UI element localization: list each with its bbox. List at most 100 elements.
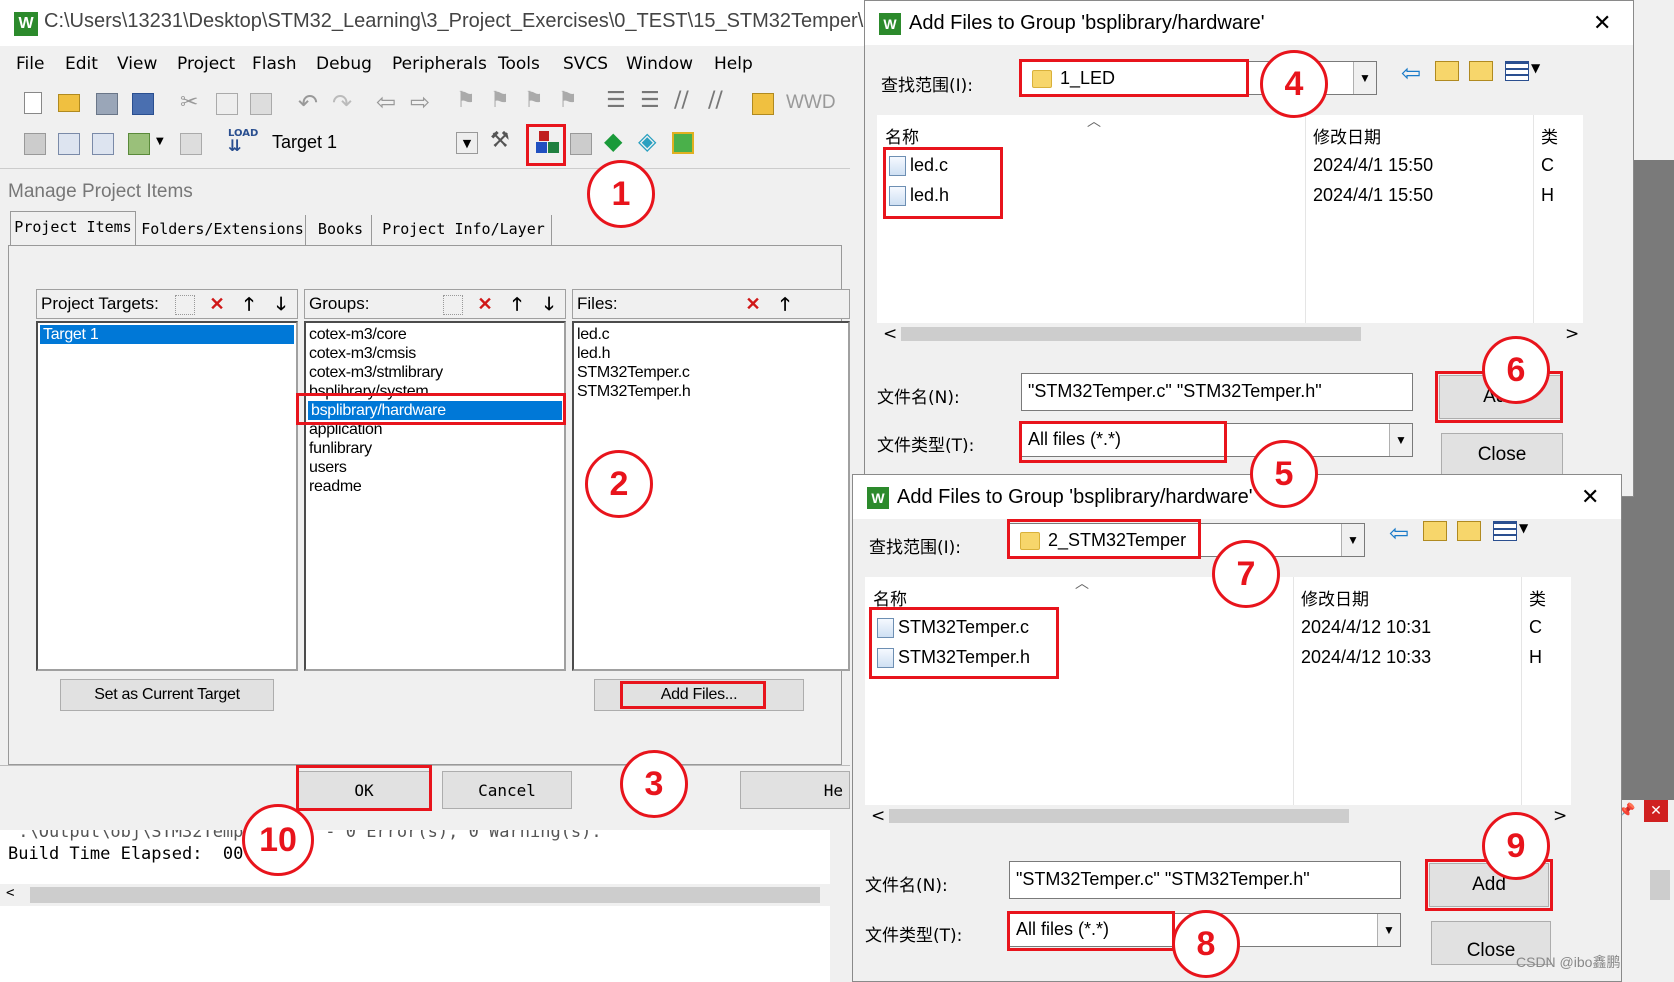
- bookmark-next-icon[interactable]: ⚑: [524, 88, 544, 113]
- uncomment-icon[interactable]: //: [708, 88, 723, 113]
- dialog1-file-row[interactable]: led.c: [889, 155, 948, 177]
- dialog1-hscrollbar[interactable]: < >: [877, 323, 1583, 345]
- paste-icon[interactable]: [250, 93, 272, 115]
- dialog1-filetype-dropdown-icon[interactable]: ▼: [1389, 424, 1412, 456]
- group-item[interactable]: cotex-m3/core: [306, 325, 564, 344]
- bookmark-icon[interactable]: ⚑: [456, 88, 476, 113]
- group-item[interactable]: application: [306, 420, 564, 439]
- tab-project-items[interactable]: Project Items: [10, 211, 136, 245]
- stop-build-icon[interactable]: [180, 133, 202, 155]
- group-item[interactable]: bsplibrary/system: [306, 382, 564, 401]
- tab-folders-extensions[interactable]: Folders/Extensions: [140, 215, 306, 245]
- file-item[interactable]: STM32Temper.h: [574, 382, 848, 401]
- dialog1-view-dropdown-icon[interactable]: ▼: [1531, 61, 1540, 75]
- dialog2-up-folder-icon[interactable]: [1423, 521, 1447, 541]
- cut-icon[interactable]: ✂: [180, 90, 198, 115]
- dialog2-look-in-select[interactable]: 2_STM32Temper ▼: [1009, 523, 1365, 557]
- dialog1-col-name[interactable]: 名称: [885, 123, 919, 148]
- dialog2-back-icon[interactable]: ⇦: [1389, 519, 1409, 547]
- menu-debug[interactable]: Debug: [316, 54, 372, 74]
- copy-icon[interactable]: [216, 93, 238, 115]
- dialog2-scroll-thumb[interactable]: [889, 809, 1349, 823]
- dialog1-scroll-thumb[interactable]: [901, 327, 1361, 341]
- tab-books[interactable]: Books: [310, 215, 372, 245]
- dialog2-scroll-right-icon[interactable]: >: [1553, 806, 1567, 826]
- new-target-icon[interactable]: [175, 295, 195, 315]
- dialog1-file-list[interactable]: ︿ 名称 修改日期 类 led.c 2024/4/1 15:50 C led.h…: [877, 114, 1583, 345]
- build-output-scroll-thumb[interactable]: [30, 887, 820, 903]
- move-target-up-icon[interactable]: 🡑: [237, 293, 261, 315]
- group-item[interactable]: cotex-m3/cmsis: [306, 344, 564, 363]
- dialog2-file-row[interactable]: STM32Temper.h: [877, 647, 1030, 669]
- group-item-selected[interactable]: bsplibrary/hardware: [308, 401, 562, 420]
- menu-svcs[interactable]: SVCS: [563, 54, 608, 74]
- target-select-value[interactable]: Target 1: [272, 132, 337, 153]
- dialog2-file-row[interactable]: STM32Temper.c: [877, 617, 1029, 639]
- unindent-icon[interactable]: ☰: [640, 88, 660, 113]
- dialog2-view-menu-icon[interactable]: [1493, 521, 1517, 541]
- panel-close-icon[interactable]: ✕: [1644, 800, 1668, 822]
- dialog1-close-icon[interactable]: ✕: [1593, 1, 1611, 45]
- dialog2-scroll-left-icon[interactable]: <: [871, 806, 885, 826]
- save-icon[interactable]: [96, 93, 118, 115]
- set-current-target-button[interactable]: Set as Current Target: [60, 679, 274, 711]
- menu-help[interactable]: Help: [714, 54, 753, 74]
- move-group-up-icon[interactable]: 🡑: [505, 293, 529, 315]
- dialog1-scroll-left-icon[interactable]: <: [883, 324, 897, 344]
- dialog2-view-dropdown-icon[interactable]: ▼: [1519, 521, 1528, 535]
- groups-list[interactable]: cotex-m3/core cotex-m3/cmsis cotex-m3/st…: [304, 321, 566, 671]
- menu-window[interactable]: Window: [626, 54, 693, 74]
- delete-group-icon[interactable]: ✕: [473, 293, 497, 315]
- file-item[interactable]: STM32Temper.c: [574, 363, 848, 382]
- software-packs-icon[interactable]: [672, 132, 694, 154]
- scroll-left-icon[interactable]: <: [6, 885, 14, 901]
- build-icon[interactable]: [58, 133, 80, 155]
- menu-view[interactable]: View: [117, 54, 157, 74]
- menu-file[interactable]: File: [16, 54, 44, 74]
- project-targets-list[interactable]: Target 1: [36, 321, 298, 671]
- group-item[interactable]: cotex-m3/stmlibrary: [306, 363, 564, 382]
- dialog1-look-in-dropdown-icon[interactable]: ▼: [1353, 62, 1376, 94]
- target-options-icon[interactable]: ⚒: [490, 128, 510, 153]
- new-group-icon[interactable]: [443, 295, 463, 315]
- file-item[interactable]: led.h: [574, 344, 848, 363]
- dialog1-scroll-right-icon[interactable]: >: [1565, 324, 1579, 344]
- move-target-down-icon[interactable]: 🡓: [269, 293, 293, 315]
- dialog1-close-button[interactable]: Close: [1441, 433, 1563, 477]
- dialog2-look-in-dropdown-icon[interactable]: ▼: [1341, 524, 1364, 556]
- nav-back-icon[interactable]: ⇦: [376, 88, 396, 116]
- tab-project-info-layer[interactable]: Project Info/Layer: [376, 215, 552, 245]
- menu-flash[interactable]: Flash: [252, 54, 297, 74]
- group-item[interactable]: funlibrary: [306, 439, 564, 458]
- dialog1-view-menu-icon[interactable]: [1505, 61, 1529, 81]
- undo-icon[interactable]: ↶: [298, 89, 318, 117]
- dialog2-hscrollbar[interactable]: < >: [865, 805, 1571, 827]
- batch-dropdown-icon[interactable]: ▼: [156, 136, 164, 147]
- build-output-scrollbar[interactable]: <: [0, 884, 830, 906]
- batch-build-icon[interactable]: [128, 133, 150, 155]
- group-item[interactable]: readme: [306, 477, 564, 496]
- dialog1-file-row[interactable]: led.h: [889, 185, 949, 207]
- target-item-1[interactable]: Target 1: [40, 325, 294, 344]
- dialog2-col-date[interactable]: 修改日期: [1301, 585, 1369, 610]
- comment-icon[interactable]: //: [674, 88, 689, 113]
- menu-peripherals[interactable]: Peripherals: [392, 54, 487, 74]
- file-item[interactable]: led.c: [574, 325, 848, 344]
- ok-button[interactable]: OK: [298, 771, 430, 809]
- menu-project[interactable]: Project: [177, 54, 235, 74]
- bookmark-clear-icon[interactable]: ⚑: [558, 88, 578, 113]
- menu-edit[interactable]: Edit: [65, 54, 98, 74]
- pack-installer-icon[interactable]: ◈: [638, 127, 656, 155]
- dialog1-filename-input[interactable]: "STM32Temper.c" "STM32Temper.h": [1021, 373, 1413, 411]
- move-group-down-icon[interactable]: 🡓: [537, 293, 561, 315]
- cancel-button[interactable]: Cancel: [442, 771, 572, 809]
- dialog2-col-name[interactable]: 名称: [873, 585, 907, 610]
- bookmark-prev-icon[interactable]: ⚑: [490, 88, 510, 113]
- delete-target-icon[interactable]: ✕: [205, 293, 229, 315]
- menu-tools[interactable]: Tools: [498, 54, 540, 74]
- dialog1-col-type[interactable]: 类: [1541, 123, 1558, 148]
- manage-project-items-icon[interactable]: [536, 131, 560, 155]
- dialog1-up-folder-icon[interactable]: [1435, 61, 1459, 81]
- panel-scroll-thumb[interactable]: [1650, 870, 1670, 900]
- dialog1-filetype-select[interactable]: All files (*.*) ▼: [1021, 423, 1413, 457]
